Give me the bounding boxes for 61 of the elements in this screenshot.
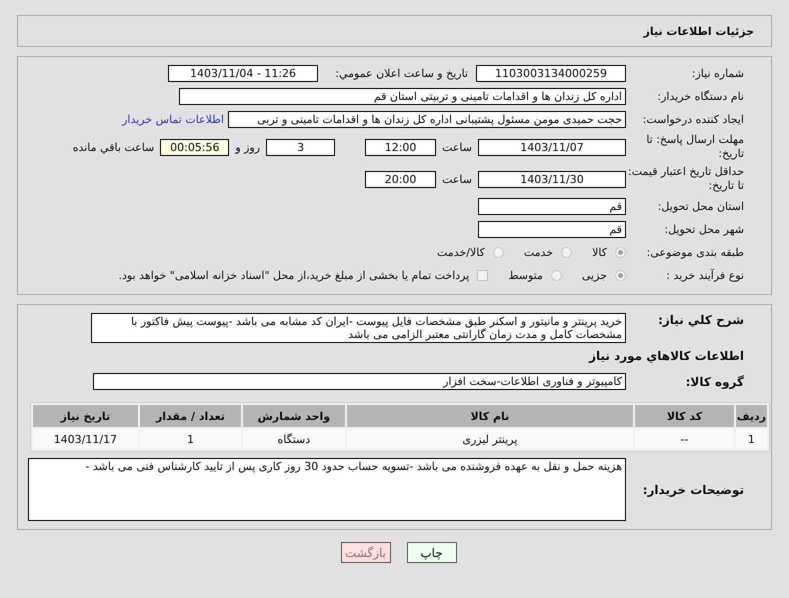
validity-date-field: 1403/11/30	[478, 170, 626, 188]
print-button[interactable]: چاپ	[406, 542, 456, 563]
reply-date-field: 1403/11/07	[478, 138, 626, 156]
page-title: جزئیات اطلاعات نیاز	[644, 24, 754, 38]
table-cell: --	[635, 429, 734, 449]
requester-field: حجت حمیدی مومن مسئول پشتیبانی اداره کل زندان ها و اقدامات تامینی و تربی	[228, 111, 626, 128]
validity-time-field: 20:00	[365, 170, 436, 188]
description-textarea: خرید پرینتر و مانیتور و اسکنر طبق مشخصات فایل پیوست -ایران کد مشابه می باشد -پیوست پیش فاکتور با مشخصات کامل و مدت زمان گارانتی معتبر الزامی می باشد	[91, 313, 626, 343]
city-field: قم	[478, 221, 626, 238]
time-label: ساعت	[441, 172, 473, 186]
field-label: شماره نیاز:	[690, 66, 744, 80]
field-label: مهلت ارسال پاسخ: تا تاریخ:	[645, 133, 744, 161]
section-heading: اطلاعات کالاهاي مورد نیاز	[589, 349, 744, 363]
field-label: حداقل تاریخ اعتبار قیمت: تا تاریخ:	[627, 165, 744, 193]
column-header: تعداد / مقدار	[140, 405, 242, 427]
notes-textarea: هزینه حمل و نقل به عهده فروشنده می باشد -تسویه حساب حدود 30 روز کاری پس از تایید کارشناس فنی می باشد -	[28, 458, 626, 521]
column-header: کد کالا	[635, 405, 734, 427]
radio-label: متوسط	[508, 269, 543, 282]
field-label: استان محل تحویل:	[656, 200, 744, 214]
radio-label: کالا/خدمت	[437, 246, 485, 259]
field-label: نوع فرآیند خرید :	[665, 268, 744, 282]
province-field: قم	[478, 198, 626, 215]
days-field: 3	[266, 138, 336, 156]
table-cell: 1	[736, 429, 767, 449]
field-label: ایجاد کننده درخواست:	[642, 112, 744, 126]
column-header: واحد شمارش	[243, 405, 345, 427]
checkbox-label: پرداخت تمام یا بخشی از مبلغ خرید،از محل "اسناد خزانه اسلامی" خواهد بود.	[118, 269, 470, 282]
table-cell: 1403/11/17	[33, 429, 138, 449]
field-label: طبقه بندی موضوعی:	[646, 246, 744, 260]
radio-button[interactable]	[615, 270, 626, 281]
column-header: ردیف	[736, 405, 767, 427]
column-header: تاریخ نیاز	[33, 405, 138, 427]
checkbox[interactable]	[477, 270, 488, 281]
announce-date-field: 1403/11/04 - 11:26	[168, 65, 318, 82]
field-label: شهر محل تحویل:	[663, 222, 744, 236]
radio-button[interactable]	[561, 247, 572, 258]
field-label: توضیحات خریدار:	[642, 482, 744, 496]
radio-button[interactable]	[615, 247, 626, 258]
goods-group-field: کامپیوتر و فناوری اطلاعات-سخت افزار	[93, 373, 626, 390]
radio-button[interactable]	[492, 247, 504, 258]
field-label: شرح کلي نیاز:	[657, 313, 744, 327]
days-label: روز و	[234, 140, 262, 154]
time-label: ساعت	[441, 140, 473, 154]
radio-label: کالا	[592, 246, 607, 259]
need-number-field: 1103003134000259	[476, 65, 626, 82]
field-label: تاریخ و ساعت اعلان عمومي:	[334, 67, 469, 80]
countdown-field: 00:05:56	[160, 138, 230, 156]
radio-label: جزیی	[582, 269, 607, 282]
field-label: نام دستگاه خریدار:	[656, 90, 744, 104]
buyer-org-field: اداره کل زندان ها و اقدامات تامینی و تربیتی استان قم	[179, 88, 626, 105]
radio-label: خدمت	[524, 246, 554, 259]
field-label: گروه کالا:	[684, 374, 744, 388]
column-header: نام کالا	[346, 405, 634, 427]
table-cell: دستگاه	[243, 429, 345, 449]
remaining-label: ساعت باقي مانده	[72, 140, 156, 154]
table-cell: پرینتر لیزری	[346, 429, 634, 449]
table-cell: 1	[140, 429, 242, 449]
reply-time-field: 12:00	[365, 138, 436, 156]
radio-button[interactable]	[550, 270, 562, 281]
buyer-contact-link[interactable]: اطلاعات تماس خریدار	[122, 113, 228, 126]
back-button[interactable]: بازگشت	[340, 542, 390, 563]
